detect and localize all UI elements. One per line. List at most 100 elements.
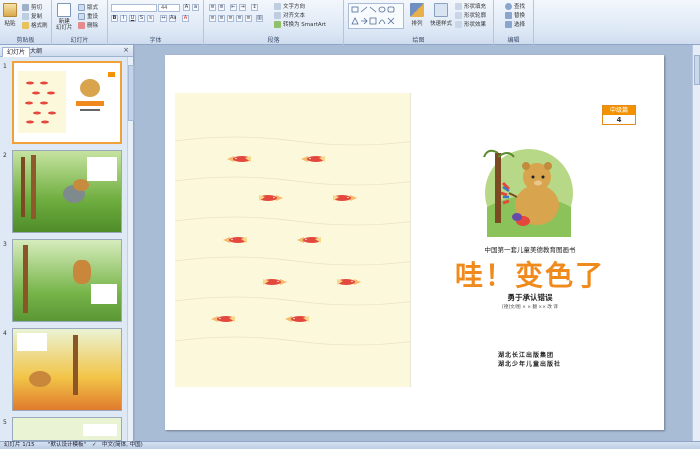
font-name-combo[interactable] (111, 4, 157, 12)
format-painter-button[interactable]: 格式刷 (22, 21, 48, 29)
thumb-tree (21, 157, 25, 217)
fish-icon (333, 195, 357, 201)
paste-icon (3, 3, 17, 17)
slide-number: 4 (3, 330, 7, 337)
paste-button[interactable]: 粘贴 (3, 3, 17, 27)
tab-outline[interactable]: 大纲 (26, 47, 46, 57)
new-slide-button[interactable]: 新建 幻灯片 (56, 3, 73, 31)
delete-icon (78, 21, 85, 29)
font-group: 44 A a B I U S s ↔ Aa A 字体 (108, 0, 204, 45)
panel-scrollbar-thumb[interactable] (128, 65, 134, 121)
language: 中文(简体, 中国) (102, 442, 143, 448)
bear-painting-illustration (483, 149, 573, 237)
panel-scrollbar[interactable] (127, 57, 134, 441)
delete-slide-button[interactable]: 删除 (78, 21, 98, 29)
spellcheck-icon[interactable]: ✓ (92, 442, 97, 449)
publisher-logo: 湖北长江出版集团 湖北少年儿童出版社 (498, 352, 562, 368)
canvas-scrollbar[interactable] (692, 45, 700, 441)
strikethrough-button[interactable]: S (138, 15, 145, 22)
underline-button[interactable]: U (129, 15, 136, 22)
align-right-button[interactable]: ≡ (227, 15, 234, 22)
font-size-combo[interactable]: 44 (158, 4, 180, 12)
ribbon: 粘贴 剪切 复制 格式刷 剪贴板 新建 幻灯片 版式 重设 删除 幻灯片 44 … (0, 0, 700, 45)
numbering-button[interactable]: ≡ (218, 4, 225, 11)
shape-effects-button[interactable]: 形状效果 (455, 20, 486, 28)
columns-button[interactable]: ▥ (256, 15, 263, 22)
fish-icon (337, 279, 361, 285)
drawing-group-label: 绘图 (412, 37, 425, 44)
slide-thumbnail-1[interactable] (12, 61, 122, 144)
slide-thumbnail-5[interactable] (12, 417, 122, 441)
shape-fill-button[interactable]: 形状填充 (455, 2, 486, 10)
thumb-bear (73, 260, 91, 284)
status-bar: 幻灯片 1/15 "默认设计模板" ✓ 中文(简体, 中国) (0, 441, 700, 449)
badge-level-text: 中级篇 (603, 106, 635, 115)
decrease-indent-button[interactable]: ⇤ (230, 4, 237, 11)
layout-button[interactable]: 版式 (78, 3, 98, 11)
change-case-button[interactable]: Aa (169, 15, 176, 22)
find-button[interactable]: 查找 (505, 2, 525, 10)
book-spine (410, 93, 411, 387)
book-subtitle: 勇于承认错误 (507, 293, 553, 302)
badge-number: 4 (616, 116, 622, 124)
bold-button[interactable]: B (111, 15, 118, 22)
reset-label: 重设 (87, 14, 99, 20)
shapes-gallery[interactable] (348, 3, 404, 29)
copy-button[interactable]: 复制 (22, 12, 42, 20)
bullets-button[interactable]: ≡ (209, 4, 216, 11)
slide-canvas[interactable]: 中级篇 4 中国第一套儿童美德教育图画书 哇！变色了 勇于承认错误 [德]文/图… (165, 55, 664, 430)
canvas-scrollbar-thumb[interactable] (694, 55, 700, 85)
thumb-tree (23, 245, 28, 313)
slide-thumbnail-4[interactable] (12, 328, 122, 411)
quick-styles-button[interactable]: 快速样式 (430, 3, 452, 27)
thumb-tree (73, 335, 78, 395)
book-title: 哇！变色了 (454, 259, 605, 292)
fish-icon (223, 237, 247, 243)
line-spacing-button[interactable]: ↕ (251, 4, 258, 11)
arrange-button[interactable]: 排列 (410, 3, 424, 27)
grow-font-button[interactable]: A (183, 4, 190, 11)
layout-label: 版式 (87, 5, 99, 11)
distributed-button[interactable]: ≡ (245, 15, 252, 22)
find-label: 查找 (514, 4, 526, 10)
slide-number: 5 (3, 419, 7, 426)
align-text-icon (274, 11, 281, 19)
thumb-text-box (17, 333, 47, 351)
paragraph-group: ≡ ≡ ⇤ ⇥ ↕ ≡ ≡ ≡ ≡ ≡ ▥ 文字方向 对齐文本 转换为 Smar… (204, 0, 344, 45)
select-button[interactable]: 选择 (505, 20, 525, 28)
format-painter-label: 格式刷 (31, 23, 48, 29)
shrink-font-button[interactable]: a (192, 4, 199, 11)
back-cover-page (175, 93, 411, 387)
align-center-button[interactable]: ≡ (218, 15, 225, 22)
fish-icon (301, 156, 325, 162)
text-direction-button[interactable]: 文字方向 (274, 2, 305, 10)
quick-styles-icon (434, 3, 448, 17)
shapes-icon (351, 6, 395, 25)
shadow-button[interactable]: s (147, 15, 154, 22)
effects-icon (455, 20, 462, 28)
italic-button[interactable]: I (120, 15, 127, 22)
fish-icon (263, 279, 287, 285)
text-direction-label: 文字方向 (283, 4, 306, 10)
align-left-button[interactable]: ≡ (209, 15, 216, 22)
close-icon[interactable]: × (123, 46, 129, 54)
char-spacing-button[interactable]: ↔ (160, 15, 167, 22)
justify-button[interactable]: ≡ (236, 15, 243, 22)
drawing-group: 排列 快速样式 形状填充 形状轮廓 形状效果 绘图 (344, 0, 494, 45)
arrange-label: 排列 (411, 21, 423, 27)
editing-group-label: 编辑 (507, 37, 520, 44)
shape-outline-button[interactable]: 形状轮廓 (455, 11, 486, 19)
slide-thumbnail-2[interactable] (12, 150, 122, 233)
increase-indent-button[interactable]: ⇥ (239, 4, 246, 11)
clipboard-group: 粘贴 剪切 复制 格式刷 剪贴板 (0, 0, 52, 45)
brush-icon (22, 21, 29, 29)
slides-group: 新建 幻灯片 版式 重设 删除 幻灯片 (52, 0, 108, 45)
font-color-button[interactable]: A (182, 15, 189, 22)
reset-button[interactable]: 重设 (78, 12, 98, 20)
slide-count: 幻灯片 1/15 (4, 442, 35, 448)
cut-button[interactable]: 剪切 (22, 3, 42, 11)
slide-thumbnail-3[interactable] (12, 239, 122, 322)
smartart-button[interactable]: 转换为 SmartArt (274, 20, 326, 28)
replace-button[interactable]: 替换 (505, 11, 525, 19)
align-text-button[interactable]: 对齐文本 (274, 11, 305, 19)
